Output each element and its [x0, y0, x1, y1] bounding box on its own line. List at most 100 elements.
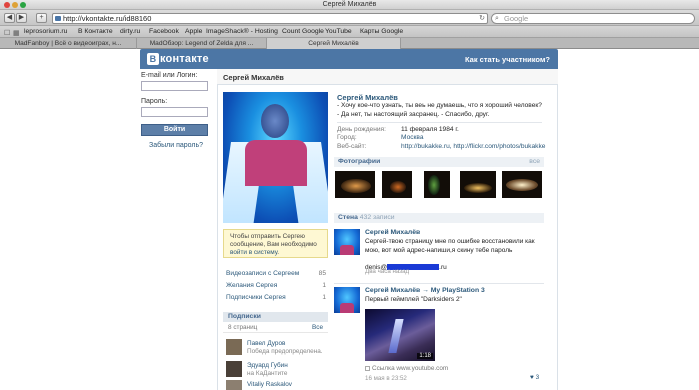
wall-header[interactable]: Стена 432 записи: [334, 213, 544, 223]
avatar[interactable]: [334, 287, 360, 313]
link-icon: [365, 365, 370, 371]
vk-logo[interactable]: Вконтакте: [147, 53, 209, 65]
info-value[interactable]: Москва: [401, 134, 424, 141]
bookmark-count-google[interactable]: Count Google: [282, 26, 324, 38]
avatar[interactable]: [226, 339, 242, 355]
post-text-body: Сергей-твою страницу мне по ошибке восст…: [365, 238, 535, 254]
tab-madobzor[interactable]: MadОбзор: Legend of Zelda для ...: [137, 38, 267, 49]
vk-logo-text: контакте: [160, 53, 209, 65]
photo-thumbnail[interactable]: [424, 171, 450, 198]
tab-profile[interactable]: Сергей Михалёв: [267, 38, 401, 49]
info-key: День рождения:: [337, 126, 386, 133]
forgot-password-link[interactable]: Забыли пароль?: [141, 142, 211, 149]
post-text: Первый геймплей "Darksiders 2": [365, 296, 462, 303]
followers-link[interactable]: Подписчики Сергея 1: [226, 292, 326, 304]
divider: [334, 283, 544, 284]
notice-end: .: [277, 249, 280, 256]
video-source[interactable]: Ссылка www.youtube.com: [365, 365, 448, 372]
photo-thumbnail[interactable]: [335, 171, 375, 198]
wall-post: Сергей Михалёв Сергей-твою страницу мне …: [334, 229, 544, 279]
search-field[interactable]: ⌕ Google: [491, 13, 695, 24]
notice-login-link[interactable]: войти в систему: [230, 249, 277, 256]
avatar[interactable]: [226, 380, 242, 390]
wishes-link-label: Желания Сергея: [226, 282, 278, 289]
bookmark-google-maps[interactable]: Карты Google: [360, 26, 403, 38]
like-button[interactable]: ♥ 3: [530, 374, 539, 381]
search-icon: ⌕: [495, 15, 499, 22]
wishes-link[interactable]: Желания Сергея 1: [226, 280, 326, 292]
photo-thumbnail[interactable]: [382, 171, 412, 198]
divider: [337, 122, 542, 123]
forward-button[interactable]: ▶: [16, 13, 27, 23]
photos-all-link[interactable]: все: [529, 158, 540, 165]
photo-shirt: [245, 140, 307, 186]
bookmark-youtube[interactable]: YouTube: [325, 26, 352, 38]
info-city: Город: Москва: [337, 134, 547, 143]
post-author[interactable]: Сергей Михалёв: [365, 229, 420, 236]
bookmark-vkontakte[interactable]: В Контакте: [78, 26, 113, 38]
login-button[interactable]: Войти: [141, 124, 208, 136]
photo-head: [261, 104, 289, 138]
heart-icon: ♥: [530, 374, 534, 381]
address-bar[interactable]: http://vkontakte.ru/id88160 ↻: [52, 13, 488, 24]
tab-madfanboy[interactable]: MadFanboy | Всё о видеоиграх, н...: [0, 38, 137, 49]
window-title: Сергей Михалёв: [322, 1, 377, 8]
website-link[interactable]: http://bukakke.ru, http://flickr.com/pho…: [401, 143, 545, 150]
videos-count: 85: [318, 270, 326, 277]
subscription-desc: на КаДантите: [247, 370, 288, 377]
bookmark-facebook[interactable]: Facebook: [149, 26, 179, 38]
vk-logo-letter: В: [147, 53, 159, 65]
photo-thumbnail[interactable]: [502, 171, 542, 198]
subscription-desc: Победа предопределена.: [247, 348, 323, 355]
bookmarks-bar: ☐ ▦ leprosorium.ru В Контакте dirty.ru F…: [0, 26, 699, 38]
post-text: Сергей-твою страницу мне по ошибке восст…: [365, 238, 543, 272]
subscription-name[interactable]: Павел Дуров: [247, 340, 285, 347]
photo-thumbnail[interactable]: [460, 171, 496, 198]
notice-text: Чтобы отправить Сергею сообщение, Вам не…: [230, 233, 317, 248]
profile-status: - Хочу кое-что узнать, ты веь не думаешь…: [337, 102, 542, 118]
subscription-item[interactable]: Vitaliy Raskalov: [226, 380, 326, 390]
videos-link[interactable]: Видеозаписи с Сергеем 85: [226, 268, 326, 280]
subscription-item[interactable]: Эдуард Губин на КаДантите: [226, 361, 326, 379]
subscription-name[interactable]: Vitaliy Raskalov: [247, 381, 292, 388]
add-bookmark-button[interactable]: +: [36, 13, 47, 23]
subscriptions-header[interactable]: Подписки: [223, 312, 328, 322]
post-date[interactable]: Два часа назад: [365, 268, 409, 275]
post-author[interactable]: Сергей Михалёв → My PlayStation 3: [365, 287, 485, 294]
avatar[interactable]: [334, 229, 360, 255]
photos-header[interactable]: Фотографии все: [334, 157, 544, 167]
back-button[interactable]: ◀: [4, 13, 15, 23]
video-source-text: Ссылка www.youtube.com: [372, 365, 449, 372]
info-website: Веб-сайт: http://bukakke.ru, http://flic…: [337, 143, 547, 152]
post-date[interactable]: 16 мая в 23:52: [365, 375, 407, 382]
browser-toolbar: ◀ ▶ + http://vkontakte.ru/id88160 ↻ ⌕ Go…: [0, 10, 699, 26]
password-field[interactable]: [141, 107, 208, 117]
wishes-count: 1: [322, 282, 326, 289]
subscription-item[interactable]: Павел Дуров Победа предопределена.: [226, 339, 326, 357]
search-placeholder: Google: [504, 14, 529, 23]
vk-header: Вконтакте Как стать участником?: [140, 49, 558, 69]
profile-photo[interactable]: [223, 92, 328, 223]
subscriptions-all-link[interactable]: Все: [312, 324, 323, 331]
video-thumbnail[interactable]: 1:18: [365, 309, 435, 361]
email-field[interactable]: [141, 81, 208, 91]
bookmark-apple[interactable]: Apple: [185, 26, 202, 38]
reload-icon[interactable]: ↻: [479, 14, 485, 23]
join-link[interactable]: Как стать участником?: [465, 55, 550, 64]
profile-name: Сергей Михалёв: [337, 93, 398, 102]
avatar[interactable]: [226, 361, 242, 377]
password-label: Пароль:: [141, 98, 168, 105]
video-duration: 1:18: [417, 353, 433, 359]
photos-title: Фотографии: [338, 158, 381, 165]
bookmark-imageshack[interactable]: ImageShack® - Hosting: [206, 26, 278, 38]
like-count: 3: [535, 374, 540, 381]
bookmark-leprosorium[interactable]: leprosorium.ru: [24, 26, 67, 38]
message-notice: Чтобы отправить Сергею сообщение, Вам не…: [223, 229, 328, 258]
vk-favicon-icon: [55, 16, 61, 21]
videos-link-label: Видеозаписи с Сергеем: [226, 270, 300, 277]
bookmark-dirty[interactable]: dirty.ru: [120, 26, 140, 38]
info-value: 11 февраля 1984 г.: [401, 126, 459, 133]
subscription-name[interactable]: Эдуард Губин: [247, 362, 288, 369]
wall-count: 432 записи: [359, 214, 395, 221]
info-key: Веб-сайт:: [337, 143, 367, 150]
